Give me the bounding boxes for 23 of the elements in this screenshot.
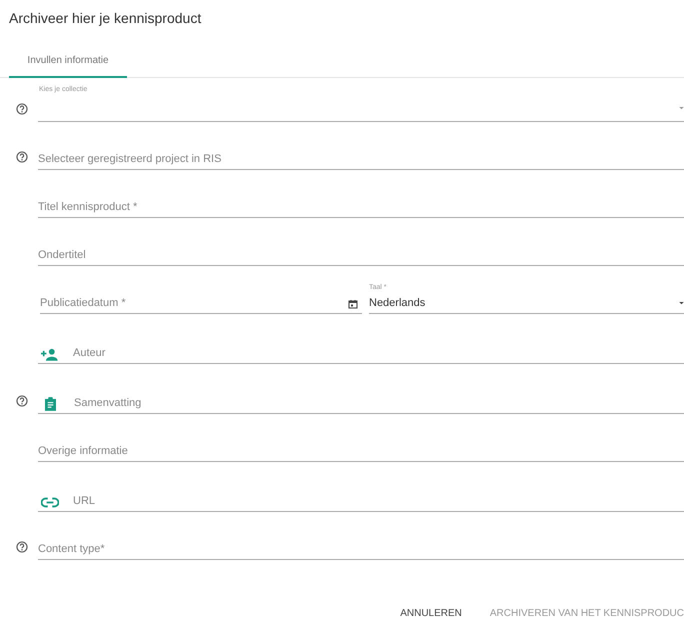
archive-button[interactable]: ARCHIVEREN VAN HET KENNISPRODUC	[490, 606, 684, 619]
input-field[interactable]: Selecteer geregistreerd project in RIS	[38, 151, 684, 169]
help-icon[interactable]	[16, 395, 28, 407]
input-field[interactable]: URL	[73, 493, 684, 511]
help-icon[interactable]	[16, 541, 28, 553]
add-person-icon	[41, 348, 59, 360]
input-field[interactable]: Content type*	[38, 541, 684, 559]
clipboard-icon	[45, 397, 56, 411]
help-icon[interactable]	[16, 151, 28, 163]
page-title: Archiveer hier je kennisproduct	[8, 9, 202, 28]
caret-icon	[679, 107, 684, 110]
date-field[interactable]: Publicatiedatum *	[40, 295, 348, 313]
input-field[interactable]: Titel kennisproduct *	[38, 199, 684, 217]
input-field[interactable]: Ondertitel	[38, 247, 684, 265]
caret-icon	[679, 302, 684, 305]
calendar-icon[interactable]	[348, 299, 358, 309]
input-field[interactable]: Samenvatting	[74, 395, 684, 413]
form-tab[interactable]: Invullen informatie	[9, 44, 127, 78]
help-icon[interactable]	[16, 103, 28, 115]
input-field[interactable]: Overige informatie	[38, 443, 684, 461]
cancel-button[interactable]: ANNULEREN	[400, 606, 462, 619]
input-field[interactable]: Auteur	[73, 345, 684, 363]
link-icon	[41, 496, 59, 508]
